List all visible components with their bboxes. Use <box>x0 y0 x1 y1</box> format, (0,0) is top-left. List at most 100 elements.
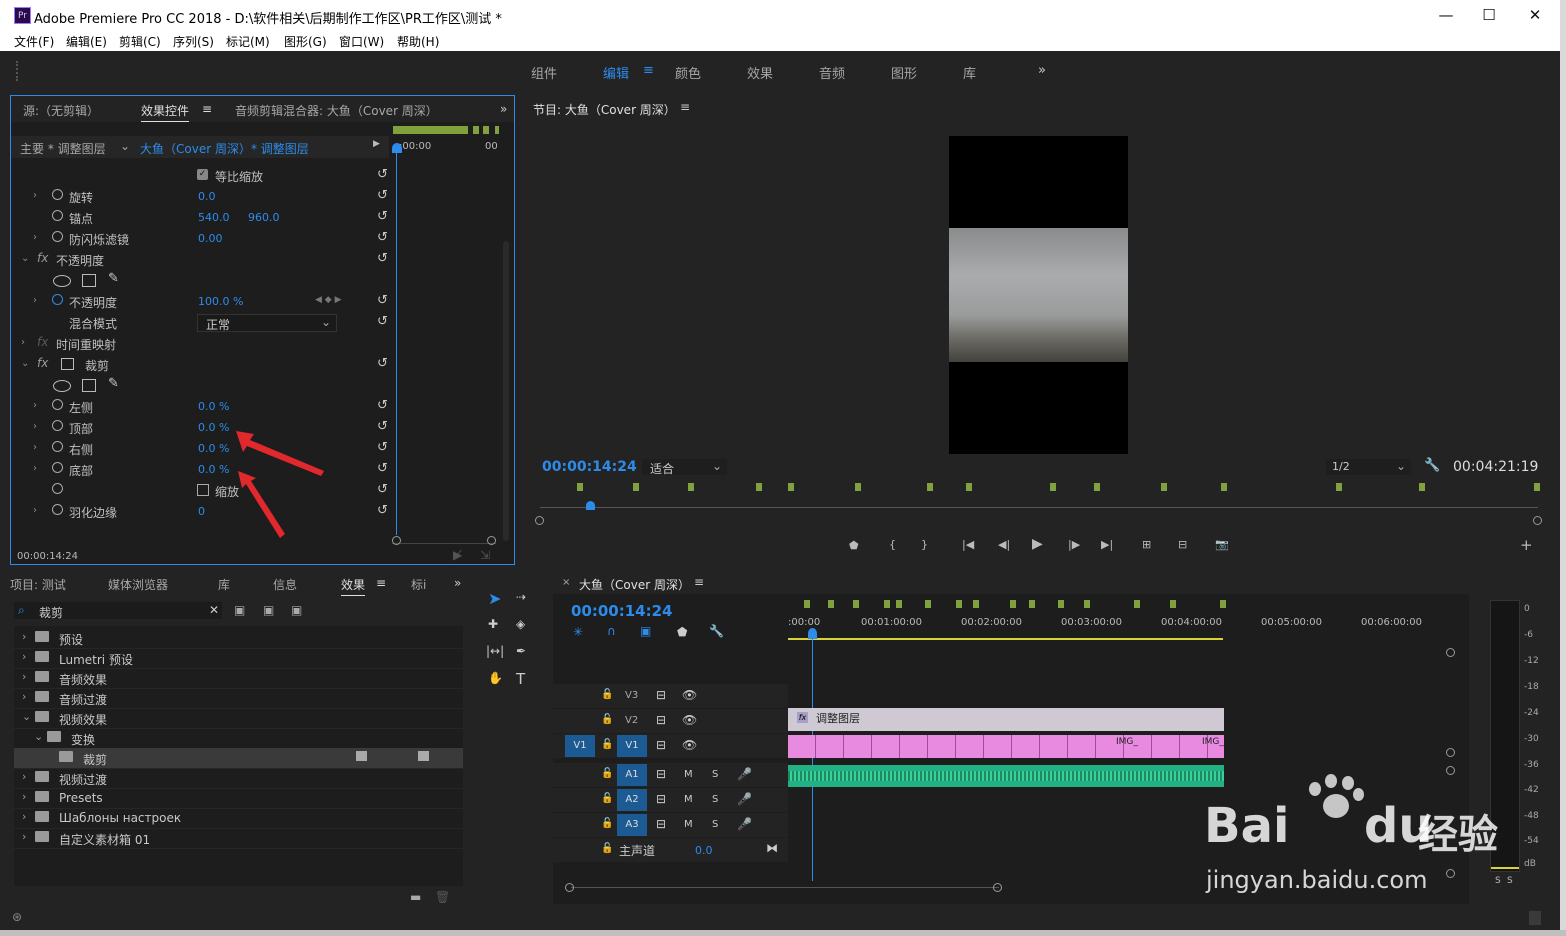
effects-tree-item[interactable]: › Presets <box>14 788 463 809</box>
reset-icon[interactable]: ↺ <box>377 251 388 266</box>
type-tool-icon[interactable]: T <box>516 670 525 688</box>
solo-button[interactable]: S <box>712 819 718 830</box>
track-select-tool-icon[interactable]: ⇢ <box>516 590 526 604</box>
fx-icon[interactable]: fx <box>37 335 48 349</box>
export-icon[interactable]: ⇲ <box>480 548 490 562</box>
crop-top-value[interactable]: 0.0 % <box>198 421 229 434</box>
expand-icon[interactable]: › <box>22 630 26 643</box>
linked-selection-icon[interactable]: ▣ <box>640 624 651 638</box>
lock-icon[interactable]: 🔓 <box>601 689 613 700</box>
tab-info[interactable]: 信息 <box>273 576 297 593</box>
stopwatch-icon[interactable] <box>52 399 63 410</box>
effects-tree-item[interactable]: ⌄ 视频效果 <box>14 708 463 729</box>
transform-icon[interactable] <box>61 358 74 370</box>
sequence-menu-icon[interactable]: ≡ <box>694 575 704 589</box>
expand-icon[interactable]: › <box>33 421 37 432</box>
tab-menu-icon[interactable]: ≡ <box>376 576 386 590</box>
eye-icon[interactable]: 👁 <box>682 713 697 727</box>
workspace-audio[interactable]: 音频 <box>819 63 845 82</box>
reset-icon[interactable]: ↺ <box>377 209 388 224</box>
track-label[interactable]: A2 <box>617 789 647 811</box>
master-value[interactable]: 0.0 <box>695 844 713 857</box>
stopwatch-icon[interactable] <box>52 462 63 473</box>
stopwatch-icon[interactable] <box>52 189 63 200</box>
effect-timecode[interactable]: 00:00:14:24 <box>17 551 78 562</box>
track-label[interactable]: V1 <box>617 735 647 757</box>
anchor-x-value[interactable]: 540.0 <box>198 211 230 224</box>
master-gain-icon[interactable]: ⧓ <box>766 841 778 855</box>
expand-icon[interactable]: › <box>22 690 26 703</box>
flicker-value[interactable]: 0.00 <box>198 232 223 245</box>
lock-icon[interactable]: 🔓 <box>601 793 613 804</box>
panel-more-icon[interactable]: » <box>454 576 461 590</box>
selection-tool-icon[interactable]: ➤ <box>488 589 501 608</box>
step-forward-icon[interactable]: |▶ <box>1068 538 1080 551</box>
sync-lock-icon[interactable]: ⊟ <box>656 817 666 831</box>
32bit-effects-icon[interactable]: ▣ <box>263 603 274 617</box>
zoom-handle-right[interactable] <box>1533 516 1542 525</box>
effects-tree-item[interactable]: ⌄ 变换 <box>14 728 463 749</box>
microphone-icon[interactable]: 🎤 <box>737 792 752 806</box>
workspace-assembly[interactable]: 组件 <box>531 63 557 82</box>
effects-tree-item[interactable]: › Шаблоны настроек <box>14 808 463 829</box>
program-menu-icon[interactable]: ≡ <box>680 100 690 114</box>
mute-button[interactable]: M <box>684 819 693 830</box>
workspace-libraries[interactable]: 库 <box>963 63 976 82</box>
camera-icon[interactable]: 📷 <box>1215 538 1229 551</box>
pen-mask-icon[interactable]: ✎ <box>108 376 119 391</box>
vscroll-handle[interactable] <box>1446 766 1455 775</box>
fx-icon[interactable]: fx <box>37 356 48 370</box>
microphone-icon[interactable]: 🎤 <box>737 817 752 831</box>
expand-icon[interactable]: › <box>33 295 37 306</box>
timeline-hscroll[interactable] <box>565 883 1003 892</box>
pen-mask-icon[interactable]: ✎ <box>108 271 119 286</box>
expand-icon[interactable]: › <box>22 790 26 803</box>
program-timecode[interactable]: 00:00:14:24 <box>542 459 637 475</box>
mini-playhead[interactable] <box>392 143 402 153</box>
eye-icon[interactable]: 👁 <box>682 688 697 702</box>
timeline-timecode[interactable]: 00:00:14:24 <box>571 602 673 620</box>
menu-marker[interactable]: 标记(M) <box>226 33 270 50</box>
expand-icon[interactable]: › <box>33 505 37 516</box>
tab-source[interactable]: 源:（无剪辑） <box>23 102 99 119</box>
new-bin-icon[interactable]: ▬ <box>410 890 421 904</box>
go-to-out-icon[interactable]: ▶| <box>1101 538 1113 551</box>
crop-bottom-value[interactable]: 0.0 % <box>198 463 229 476</box>
workspace-graphics[interactable]: 图形 <box>891 63 917 82</box>
filter-icon[interactable]: ▶̸ <box>453 548 462 562</box>
ellipse-mask-icon[interactable] <box>53 275 71 287</box>
solo-button[interactable]: S <box>712 794 718 805</box>
work-area-bar[interactable] <box>788 638 1223 640</box>
sync-lock-icon[interactable]: ⊟ <box>656 767 666 781</box>
ripple-edit-tool-icon[interactable]: ✚ <box>488 617 498 631</box>
expand-icon[interactable]: › <box>22 810 26 823</box>
slip-tool-icon[interactable]: |↔| <box>486 644 504 658</box>
lock-icon[interactable]: 🔓 <box>601 818 613 829</box>
rectangle-mask-icon[interactable] <box>82 379 96 392</box>
mark-out-icon[interactable]: } <box>921 538 928 551</box>
workspace-effects[interactable]: 效果 <box>747 63 773 82</box>
rotation-value[interactable]: 0.0 <box>198 190 216 203</box>
nest-toggle-icon[interactable]: ✳ <box>573 625 583 639</box>
meter-solo-right[interactable]: S <box>1507 876 1513 886</box>
mini-zoom-scrollbar[interactable] <box>392 536 496 545</box>
lock-icon[interactable]: 🔓 <box>601 739 613 750</box>
step-back-icon[interactable]: ◀| <box>998 538 1010 551</box>
crop-right-value[interactable]: 0.0 % <box>198 442 229 455</box>
reset-icon[interactable]: ↺ <box>377 461 388 476</box>
menu-help[interactable]: 帮助(H) <box>397 33 439 50</box>
lock-icon[interactable]: 🔓 <box>601 714 613 725</box>
expand-icon[interactable]: › <box>33 190 37 201</box>
accelerated-effects-icon[interactable]: ▣ <box>234 603 245 617</box>
collapse-icon[interactable]: ⌄ <box>21 253 29 264</box>
clip-label[interactable]: 大鱼（Cover 周深）* 调整图层 <box>140 140 309 157</box>
master-dropdown-icon[interactable]: ⌄ <box>120 139 130 153</box>
reset-icon[interactable]: ↺ <box>377 419 388 434</box>
expand-icon[interactable]: › <box>22 830 26 843</box>
anchor-y-value[interactable]: 960.0 <box>248 211 280 224</box>
effects-tree-item[interactable]: › Lumetri 预设 <box>14 648 463 669</box>
tab-libraries[interactable]: 库 <box>218 576 230 593</box>
tab-menu-icon[interactable]: ≡ <box>202 102 212 116</box>
expand-icon[interactable]: › <box>21 337 25 348</box>
mute-button[interactable]: M <box>684 794 693 805</box>
